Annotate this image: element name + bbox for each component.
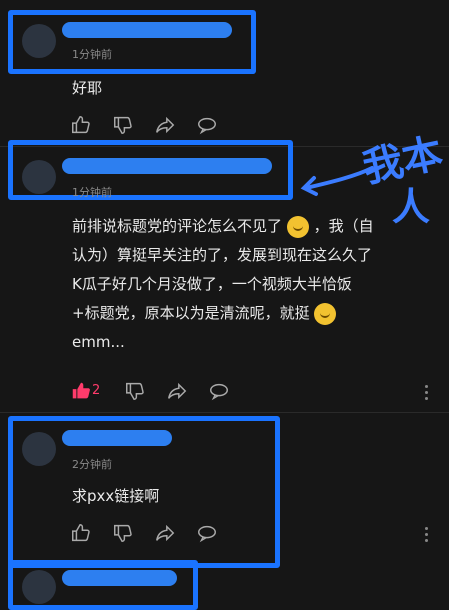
annotation-arrow-icon — [300, 166, 374, 196]
annotation-text: 人 — [392, 184, 431, 229]
username-redacted — [62, 570, 177, 586]
like-count: 2 — [92, 383, 101, 398]
avatar[interactable] — [22, 570, 56, 604]
username-redacted — [62, 22, 232, 38]
share-icon[interactable] — [154, 522, 176, 544]
avatar[interactable] — [22, 24, 56, 58]
emoji-icon — [314, 302, 337, 325]
comment-icon[interactable] — [208, 380, 230, 402]
avatar[interactable] — [22, 432, 56, 466]
comment-icon[interactable] — [196, 114, 218, 136]
username-redacted — [62, 430, 172, 446]
comment-time: 2分钟前 — [72, 458, 112, 471]
thumb-down-icon[interactable] — [112, 522, 134, 544]
comment-actions — [70, 522, 440, 546]
share-icon[interactable] — [154, 114, 176, 136]
comment-time: 1分钟前 — [72, 48, 112, 61]
comment-line: 认为）算挺早关注的了，发展到现在这么久了 — [72, 246, 373, 264]
thumb-up-icon-active[interactable] — [70, 380, 92, 402]
thumb-up-icon[interactable] — [70, 114, 92, 136]
comment-text: 好耶 — [72, 79, 103, 97]
avatar[interactable] — [22, 160, 56, 194]
username-redacted — [62, 158, 272, 174]
more-options-icon[interactable] — [424, 382, 428, 403]
comment-icon[interactable] — [196, 522, 218, 544]
thumb-down-icon[interactable] — [124, 380, 146, 402]
comment-line: K瓜子好几个月没做了，一个视频大半恰饭 — [72, 275, 352, 293]
comment-line: 前排说标题党的评论怎么不见了 ，我（自 — [72, 212, 440, 241]
emoji-icon — [286, 215, 309, 238]
thumb-up-icon[interactable] — [70, 522, 92, 544]
share-icon[interactable] — [166, 380, 188, 402]
thumb-down-icon[interactable] — [112, 114, 134, 136]
more-options-icon[interactable] — [424, 524, 428, 545]
comment-time: 1分钟前 — [72, 186, 112, 199]
comment-text: 求pxx链接啊 — [72, 487, 160, 505]
comment-line: +标题党，原本以为是清流呢，就挺 — [72, 299, 440, 328]
divider — [0, 412, 449, 413]
comment-actions: 2 — [70, 380, 440, 404]
comment-line: emm... — [72, 333, 125, 351]
comment-text: 前排说标题党的评论怎么不见了 ，我（自 认为）算挺早关注的了，发展到现在这么久了… — [72, 212, 440, 357]
